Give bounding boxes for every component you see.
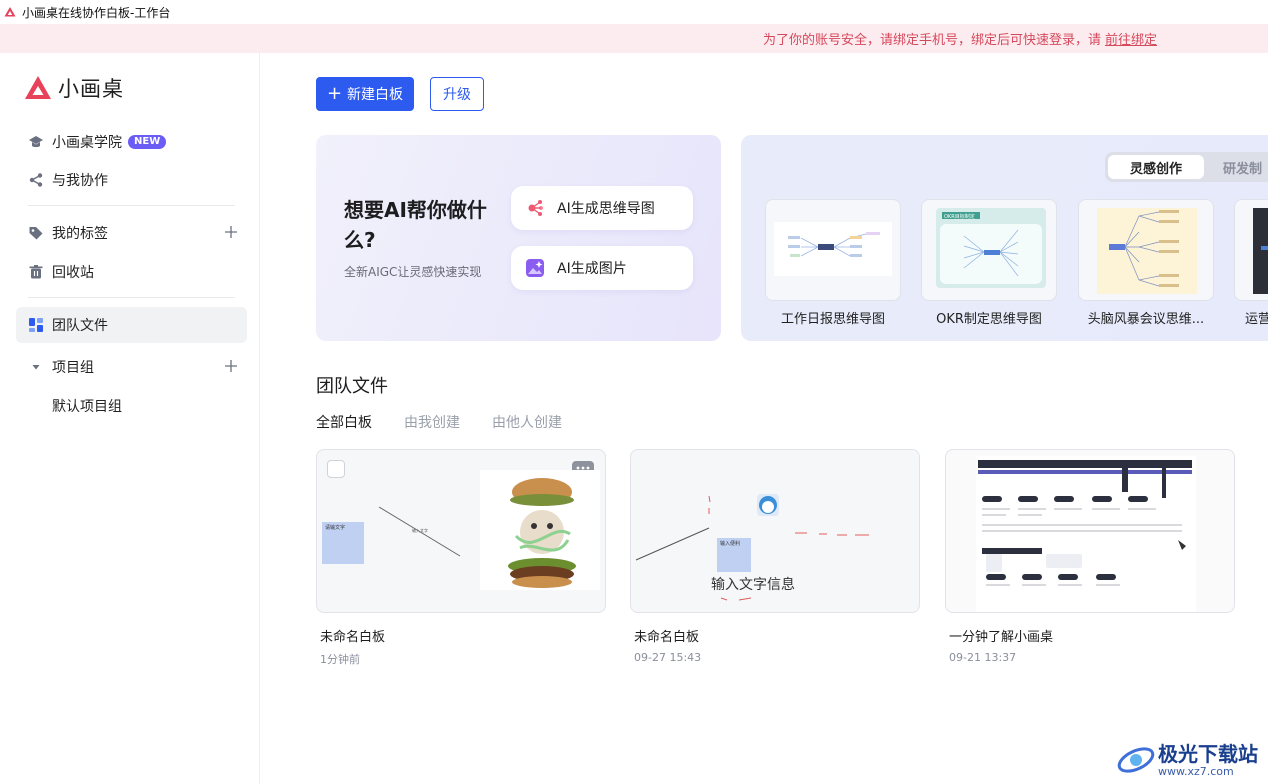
sidebar-item-project-groups[interactable]: 项目组 xyxy=(16,349,247,385)
sidebar: 小画桌 小画桌学院 NEW 与我协作 我的标签 回收站 团队文件 项目组 默认项… xyxy=(0,53,260,784)
tag-icon xyxy=(28,225,44,241)
tab-inspiration[interactable]: 灵感创作 xyxy=(1108,155,1204,179)
ai-assistant-card: 想要AI帮你做什么? 全新AIGC让灵感快速实现 AI生成思维导图 AI生成图片 xyxy=(316,135,721,341)
window-title: 小画桌在线协作白板-工作台 xyxy=(22,5,171,20)
sidebar-item-academy[interactable]: 小画桌学院 NEW xyxy=(16,124,247,160)
template-label: 工作日报思维导图 xyxy=(780,312,885,327)
add-tag-icon[interactable] xyxy=(223,224,239,240)
site-watermark: 极光下载站 www.xz7.com xyxy=(1114,742,1258,778)
thumb-text: 输入文字信息 xyxy=(711,577,795,593)
ai-image-label: AI生成图片 xyxy=(557,261,627,277)
caret-down-icon[interactable] xyxy=(28,359,44,375)
sidebar-item-team-files[interactable]: 团队文件 xyxy=(16,307,247,343)
whiteboard-card[interactable]: 请输文字 输入文字 xyxy=(316,449,606,613)
plus-icon: + xyxy=(326,83,343,104)
cat-burger-image xyxy=(480,470,600,590)
app-logo-icon xyxy=(4,7,16,17)
whiteboard-updated-time: 1分钟前 xyxy=(320,653,360,666)
whiteboard-name[interactable]: 一分钟了解小画桌 xyxy=(949,626,1053,645)
add-project-group-icon[interactable] xyxy=(223,358,239,374)
sidebar-item-my-tags[interactable]: 我的标签 xyxy=(16,215,247,251)
sidebar-item-default-project-group[interactable]: 默认项目组 xyxy=(16,388,247,424)
sidebar-item-label: 项目组 xyxy=(52,360,94,376)
template-thumb-text: OKR目标制定 xyxy=(944,213,975,220)
bind-phone-link[interactable]: 前往绑定 xyxy=(1105,29,1157,48)
trash-icon xyxy=(28,264,44,280)
tab-all-whiteboards[interactable]: 全部白板 xyxy=(316,412,372,432)
thumb-sticky-note: 输入便利 xyxy=(717,538,751,572)
ai-card-subtitle: 全新AIGC让灵感快速实现 xyxy=(344,265,482,279)
sidebar-item-trash[interactable]: 回收站 xyxy=(16,254,247,290)
sidebar-divider xyxy=(28,205,235,206)
template-brainstorm[interactable] xyxy=(1078,199,1214,301)
whiteboard-name[interactable]: 未命名白板 xyxy=(320,626,385,645)
security-banner: 为了你的账号安全，请绑定手机号，绑定后可快速登录，请 前往绑定 xyxy=(0,24,1268,53)
graduation-cap-icon xyxy=(28,134,44,150)
template-label: OKR制定思维导图 xyxy=(936,312,1042,327)
whiteboard-card[interactable]: 输入便利 输入文字信息 xyxy=(630,449,920,613)
team-files-title: 团队文件 xyxy=(316,376,388,397)
template-thumbnail xyxy=(774,222,892,276)
window-titlebar: 小画桌在线协作白板-工作台 xyxy=(0,0,1268,24)
tab-rnd[interactable]: 研发制 xyxy=(1223,155,1262,179)
whiteboard-updated-time: 09-21 13:37 xyxy=(949,651,1017,664)
template-daily-report[interactable] xyxy=(765,199,901,301)
tab-created-by-others[interactable]: 由他人创建 xyxy=(492,412,562,432)
whiteboard-updated-time: 09-27 15:43 xyxy=(634,651,702,664)
ai-card-title: 想要AI帮你做什么? xyxy=(344,198,487,252)
sidebar-item-label: 我的标签 xyxy=(52,226,108,242)
ai-image-icon xyxy=(526,259,544,277)
watermark-url: www.xz7.com xyxy=(1158,764,1234,778)
watermark-brand: 极光下载站 xyxy=(1158,741,1258,766)
sidebar-item-label: 默认项目组 xyxy=(52,399,122,415)
whiteboard-card[interactable] xyxy=(945,449,1235,613)
new-badge: NEW xyxy=(128,135,167,149)
ai-image-button[interactable]: AI生成图片 xyxy=(511,246,693,290)
banner-text: 为了你的账号安全，请绑定手机号，绑定后可快速登录，请 xyxy=(762,33,1101,48)
share-icon xyxy=(28,172,44,188)
template-label: 运营 xyxy=(1245,312,1268,327)
whiteboard-name[interactable]: 未命名白板 xyxy=(634,626,699,645)
sidebar-item-label: 回收站 xyxy=(52,265,94,281)
template-category-tabs: 灵感创作 研发制 xyxy=(1105,152,1268,182)
sidebar-item-label: 与我协作 xyxy=(52,173,108,189)
templates-panel: 灵感创作 研发制 工作日报思维导图 OKR目标制定 OKR制定思维导图 头脑风暴… xyxy=(741,135,1268,341)
template-okr[interactable]: OKR目标制定 xyxy=(921,199,1057,301)
ai-mindmap-label: AI生成思维导图 xyxy=(557,201,655,217)
template-thumbnail: OKR目标制定 xyxy=(936,208,1046,288)
sidebar-item-shared-with-me[interactable]: 与我协作 xyxy=(16,162,247,198)
template-label: 头脑风暴会议思维... xyxy=(1087,312,1205,327)
template-thumbnail xyxy=(1253,208,1268,294)
new-whiteboard-button[interactable]: + 新建白板 xyxy=(316,77,414,111)
brand-logo-icon xyxy=(25,76,51,99)
ai-mindmap-button[interactable]: AI生成思维导图 xyxy=(511,186,693,230)
thumb-connector-label: 输入文字 xyxy=(412,528,428,533)
sidebar-item-label: 团队文件 xyxy=(52,318,108,334)
brand-name: 小画桌 xyxy=(58,77,124,101)
thumb-tutorial-board xyxy=(976,456,1196,612)
new-whiteboard-label: 新建白板 xyxy=(347,87,404,103)
brand[interactable]: 小画桌 xyxy=(24,73,124,103)
upgrade-button[interactable]: 升级 xyxy=(430,77,484,111)
template-thumbnail xyxy=(1097,208,1197,294)
ai-mindmap-icon xyxy=(528,200,543,216)
team-files-icon xyxy=(28,317,44,333)
watermark-logo-icon xyxy=(1117,747,1155,773)
tab-created-by-me[interactable]: 由我创建 xyxy=(404,412,460,432)
template-operations[interactable] xyxy=(1234,199,1268,301)
sidebar-divider xyxy=(28,297,235,298)
sidebar-item-label: 小画桌学院 xyxy=(52,135,122,151)
thumb-sticky-text: 输入便利 xyxy=(720,541,741,547)
